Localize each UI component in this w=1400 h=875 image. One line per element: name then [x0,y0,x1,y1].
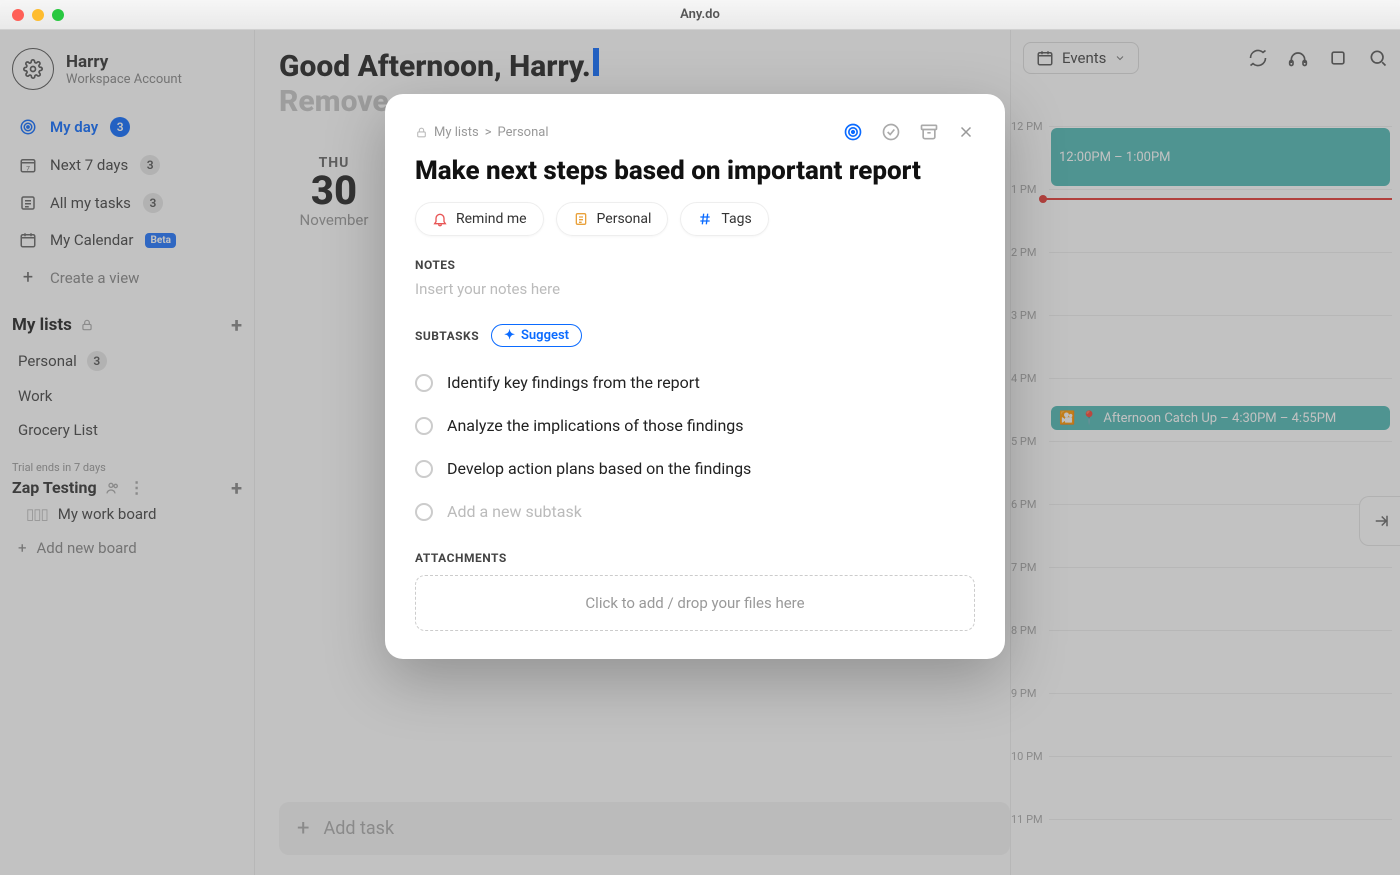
modal-title[interactable]: Make next steps based on important repor… [415,156,975,186]
sparkle-icon: ✦ [504,328,515,343]
breadcrumb-sep: > [485,125,492,140]
task-detail-modal: My lists > Personal Make next steps base… [385,94,1005,659]
subtask-item[interactable]: Analyze the implications of those findin… [415,404,975,447]
tags-chip[interactable]: Tags [680,202,768,236]
close-icon[interactable] [957,123,975,141]
add-subtask-input[interactable]: Add a new subtask [415,490,975,533]
notes-input[interactable]: Insert your notes here [415,280,975,298]
titlebar: Any.do [0,0,1400,30]
suggest-button[interactable]: ✦ Suggest [491,324,582,347]
subtask-text: Analyze the implications of those findin… [447,416,744,435]
archive-icon[interactable] [919,122,939,142]
subtask-checkbox[interactable] [415,374,433,392]
chip-label: Tags [721,211,751,227]
chip-label: Personal [597,211,652,227]
lock-icon [415,126,428,139]
attachments-label: ATTACHMENTS [415,551,975,565]
remind-chip[interactable]: Remind me [415,202,544,236]
breadcrumb-leaf: Personal [498,125,549,140]
subtask-checkbox[interactable] [415,503,433,521]
subtasks-label: SUBTASKS [415,329,479,343]
subtask-text: Develop action plans based on the findin… [447,459,751,478]
list-chip[interactable]: Personal [556,202,669,236]
window-title: Any.do [0,7,1400,22]
subtask-text: Identify key findings from the report [447,373,700,392]
complete-icon[interactable] [881,122,901,142]
subtask-item[interactable]: Identify key findings from the report [415,361,975,404]
suggest-label: Suggest [521,328,569,343]
focus-icon[interactable] [843,122,863,142]
bell-icon [432,211,448,227]
breadcrumb-root: My lists [434,125,479,140]
subtask-checkbox[interactable] [415,460,433,478]
subtask-item[interactable]: Develop action plans based on the findin… [415,447,975,490]
notes-label: NOTES [415,258,975,272]
attachments-dropzone[interactable]: Click to add / drop your files here [415,575,975,631]
note-icon [573,211,589,227]
modal-breadcrumb[interactable]: My lists > Personal [415,125,549,140]
hash-icon [697,211,713,227]
chip-label: Remind me [456,211,527,227]
subtask-checkbox[interactable] [415,417,433,435]
add-subtask-placeholder: Add a new subtask [447,502,582,521]
